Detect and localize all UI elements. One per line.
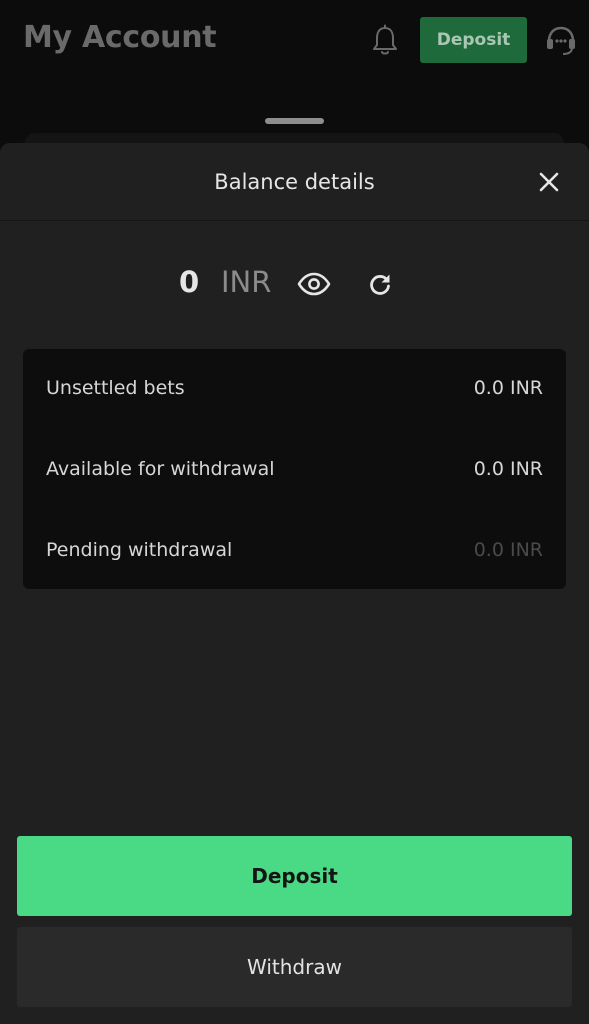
detail-value: 0.0 INR [473,377,543,399]
withdraw-button[interactable]: Withdraw [17,927,572,1007]
detail-value: 0.0 INR [473,458,543,480]
sheet-title: Balance details [214,170,375,194]
balance-summary: 0 INR [0,261,589,309]
detail-label: Unsettled bets [46,377,185,399]
detail-row-unsettled-bets: Unsettled bets 0.0 INR [23,368,566,408]
page-title: My Account [23,20,217,55]
balance-details-sheet: Balance details 0 INR Unsettled bets 0.0… [0,143,589,1024]
detail-label: Available for withdrawal [46,458,275,480]
detail-label: Pending withdrawal [46,539,233,561]
bell-icon[interactable] [370,24,400,56]
balance-details-card: Unsettled bets 0.0 INR Available for wit… [23,349,566,589]
detail-value: 0.0 INR [473,539,543,561]
deposit-button[interactable]: Deposit [17,836,572,916]
my-account-page: My Account Deposit Balance details 0 INR… [0,0,589,1024]
headset-icon[interactable] [543,22,579,58]
close-icon[interactable] [534,167,564,197]
detail-row-pending-withdrawal: Pending withdrawal 0.0 INR [23,530,566,570]
refresh-icon[interactable] [365,270,395,300]
app-header: My Account Deposit [0,0,589,80]
sheet-header: Balance details [0,143,589,221]
balance-amount: 0 [179,265,200,299]
balance-currency: INR [221,265,272,299]
header-deposit-button[interactable]: Deposit [420,17,527,63]
sheet-drag-handle[interactable] [265,118,324,124]
eye-icon[interactable] [296,269,332,299]
detail-row-available-for-withdrawal: Available for withdrawal 0.0 INR [23,449,566,489]
